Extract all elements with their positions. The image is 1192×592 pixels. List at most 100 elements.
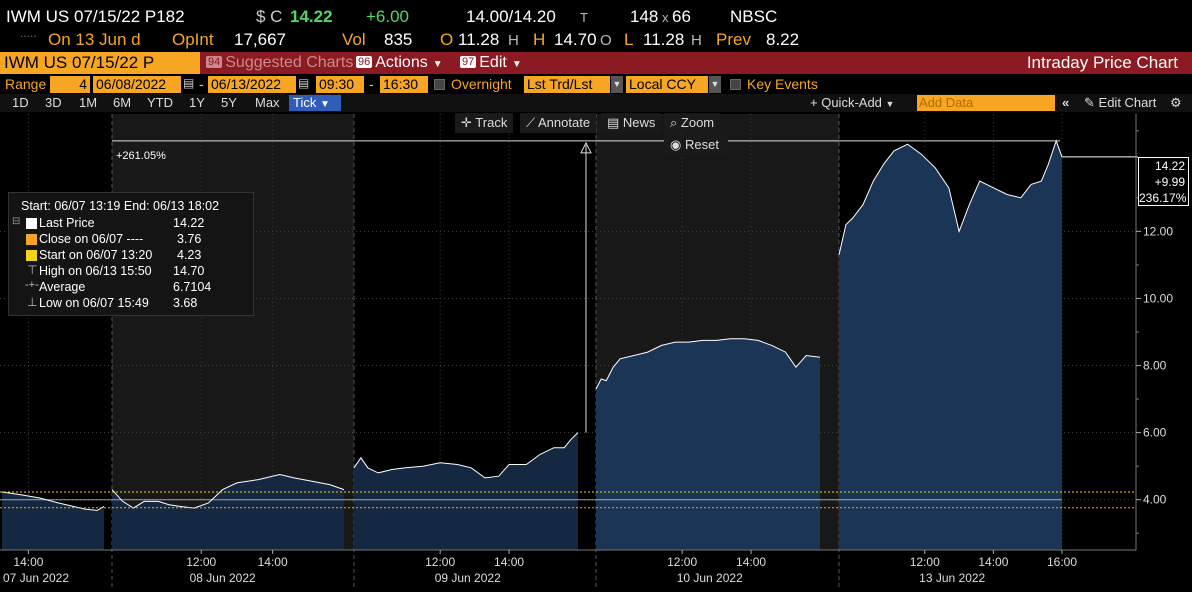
on-date-label: On 13 Jun d (48, 30, 141, 49)
last-tag-price: 14.22 (1154, 159, 1185, 173)
bid-size: 148 (630, 7, 659, 26)
low-suffix: H (691, 32, 702, 49)
add-data-input[interactable]: Add Data (917, 95, 1055, 111)
legend-label: Last Price (39, 216, 95, 230)
low-value: 11.28 (643, 30, 685, 49)
legend-value: 3.68 (173, 296, 198, 310)
actions-num: 96 (356, 56, 373, 68)
x-day-label: 10 Jun 2022 (677, 571, 743, 585)
news-icon: ▤ (607, 115, 620, 130)
period-1d[interactable]: 1D (8, 95, 33, 111)
range-count-field[interactable]: 4 (50, 76, 90, 93)
vol-label: Vol (342, 30, 366, 49)
last-trade-dropdown[interactable]: Lst Trd/Lst P: (524, 76, 610, 93)
plus-icon: + (810, 95, 818, 110)
edit-chart-button[interactable]: ✎ Edit Chart (1080, 95, 1160, 111)
legend-value: 14.70 (173, 264, 205, 278)
legend-header: Start: 06/07 13:19 End: 06/13 18:02 (21, 199, 220, 213)
x-tick-label: 12:00 (425, 555, 455, 569)
end-calendar-icon[interactable]: ▤ (298, 76, 309, 93)
x-tick-label: 14:00 (978, 555, 1008, 569)
legend-label: Average (39, 280, 86, 294)
tick-dropdown[interactable]: Tick ▼ (289, 95, 341, 111)
y-tick-label: 10.00 (1143, 291, 1173, 305)
reset-button[interactable]: ◉ Reset (664, 135, 728, 155)
currency-chevron-icon[interactable]: ▼ (709, 76, 721, 93)
legend-collapse-icon[interactable]: ⊟ (12, 217, 20, 227)
x-tick-label: 12:00 (186, 555, 216, 569)
high-label: H (533, 30, 546, 49)
currency-dropdown[interactable]: Local CCY (626, 76, 708, 93)
legend-row-average: -+- Average (23, 279, 86, 295)
actions-menu-button[interactable]: 96 Actions ▼ (356, 54, 443, 72)
y-tick-label: 12.00 (1143, 224, 1173, 238)
high-pct-annotation: +261.05% (116, 150, 166, 162)
x-tick-label: 14:00 (494, 555, 524, 569)
crosshair-icon: ✛ (461, 115, 472, 130)
chart-legend[interactable]: Start: 06/07 13:19 End: 06/13 18:02 Last… (8, 192, 254, 316)
key-events-checkbox[interactable] (730, 79, 741, 90)
tick-label: Tick (293, 95, 317, 110)
track-button[interactable]: ✛ Track (455, 113, 514, 133)
last-tag-change: +9.99 (1154, 175, 1185, 189)
y-tick-label: 4.00 (1143, 493, 1167, 507)
x-day-label: 09 Jun 2022 (435, 571, 501, 585)
collapse-icon[interactable]: « (1058, 95, 1073, 111)
edit-menu-button[interactable]: 97 Edit ▼ (460, 54, 522, 72)
magnifier-icon: ⌕ (670, 115, 678, 130)
quick-add-button[interactable]: + Quick-Add ▼ (806, 95, 898, 111)
high-value: 14.70 (554, 30, 597, 49)
period-1y[interactable]: 1Y (185, 95, 209, 111)
actions-label: Actions (375, 54, 428, 71)
key-events-label: Key Events (747, 76, 818, 92)
legend-label: Low on 06/07 15:49 (39, 296, 149, 310)
x-tick-label: 12:00 (910, 555, 940, 569)
low-label: L (624, 30, 634, 49)
open-label: O (440, 30, 454, 49)
end-date-field[interactable]: 06/13/2022 (208, 76, 296, 93)
start-swatch (26, 250, 37, 261)
low-marker-icon: ⊥ (27, 295, 38, 309)
period-selector-row: 1D 3D 1M 6M YTD 1Y 5Y Max Tick ▼ + Quick… (0, 94, 1192, 112)
zoom-button[interactable]: ⌕ Zoom (664, 113, 721, 133)
period-3d[interactable]: 3D (41, 95, 66, 111)
edit-label: Edit (479, 54, 507, 71)
start-calendar-icon[interactable]: ▤ (183, 76, 194, 93)
opint-value: 17,667 (234, 30, 286, 49)
range-dash: - (199, 76, 204, 92)
overnight-checkbox[interactable] (434, 79, 445, 90)
time-dash: - (369, 76, 374, 92)
legend-value: 3.76 (177, 232, 202, 246)
last-tag-pct: 236.17% (1139, 191, 1187, 205)
titlebar-ticker-field[interactable]: IWM US 07/15/22 P (0, 52, 200, 74)
suggested-charts-button[interactable]: 94 Suggested Charts (206, 54, 353, 72)
period-5y[interactable]: 5Y (217, 95, 241, 111)
function-title-bar: IWM US 07/15/22 P 94 Suggested Charts 96 A… (0, 52, 1192, 74)
gear-icon[interactable]: ⚙ (1166, 95, 1186, 111)
security-ticker[interactable]: IWM US 07/15/22 P182 (6, 7, 185, 27)
period-6m[interactable]: 6M (109, 95, 135, 111)
period-1m[interactable]: 1M (75, 95, 101, 111)
news-button[interactable]: ▤ News (601, 113, 662, 133)
last-trade-chevron-icon[interactable]: ▼ (611, 76, 623, 93)
quote-stats-row: ..... On 13 Jun d OpInt 17,667 Vol 835 O… (0, 26, 1192, 50)
dots: ..... (20, 26, 37, 40)
x-day-label: 07 Jun 2022 (3, 571, 69, 585)
period-ytd[interactable]: YTD (143, 95, 177, 111)
edit-num: 97 (460, 56, 477, 68)
period-max[interactable]: Max (251, 95, 284, 111)
start-date-field[interactable]: 06/08/2022 (93, 76, 181, 93)
x-tick-label: 16:00 (1047, 555, 1077, 569)
exchange-code: NBSC (730, 7, 778, 26)
x-tick-label: 12:00 (667, 555, 697, 569)
chart-area[interactable]: 12.00 10.00 8.00 6.00 4.00 14:00 12:00 14:00 12… (0, 112, 1192, 592)
annotate-button[interactable]: ⟋ Annotate (520, 113, 597, 133)
suggested-num: 94 (206, 56, 223, 68)
news-label: News (622, 115, 656, 130)
legend-label: High on 06/13 15:50 (39, 264, 152, 278)
price-area-2 (354, 432, 578, 550)
end-time-field[interactable]: 16:30 (380, 76, 428, 93)
price-chart[interactable]: 12.00 10.00 8.00 6.00 4.00 14:00 12:00 14:00 12… (0, 112, 1192, 592)
quick-add-chevron-icon: ▼ (885, 99, 895, 109)
start-time-field[interactable]: 09:30 (316, 76, 364, 93)
